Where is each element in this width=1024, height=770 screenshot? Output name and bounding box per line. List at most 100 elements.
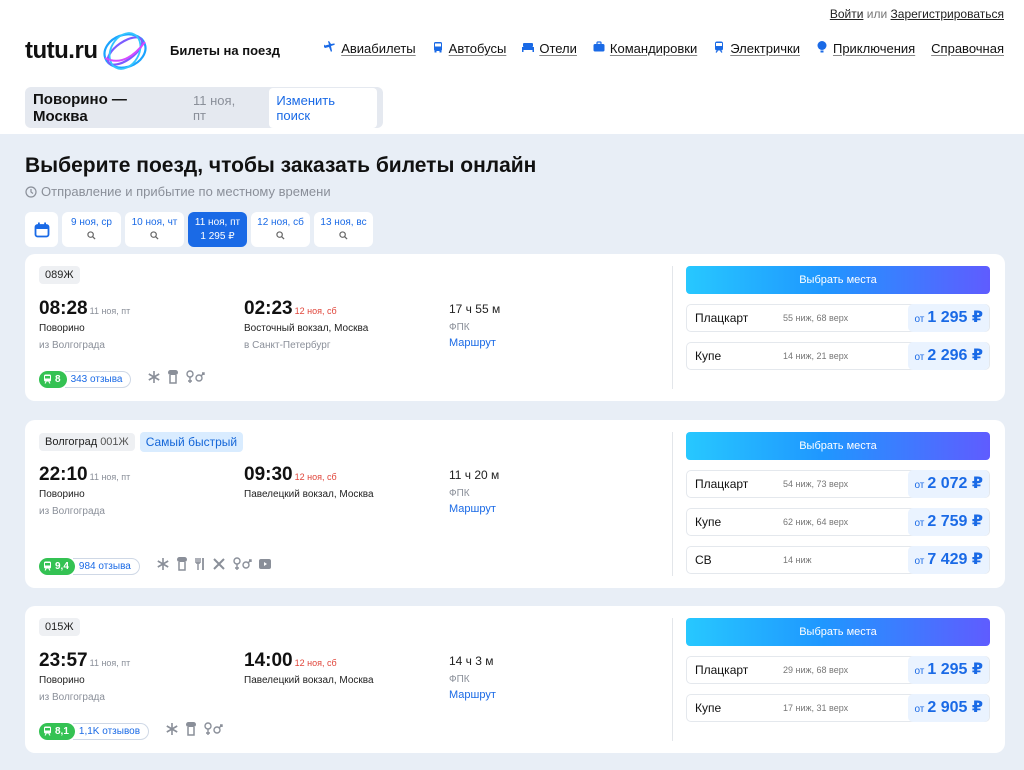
fastest-badge: Самый быстрый: [139, 432, 244, 452]
arrival-station: Восточный вокзал, Москва: [244, 323, 369, 334]
fare-seats: 29 ниж, 68 верх: [783, 665, 849, 675]
carrier: ФПК: [449, 488, 470, 499]
fare-price[interactable]: от 7 429 ₽: [908, 546, 989, 574]
train-tag: 089Ж: [39, 266, 80, 284]
fare-price[interactable]: от 2 072 ₽: [908, 470, 989, 498]
route-link[interactable]: Маршрут: [449, 337, 500, 349]
choose-seats-button[interactable]: Выбрать места: [686, 618, 990, 646]
date-tab-1[interactable]: 10 ноя, чт: [125, 212, 184, 247]
fare-class: Купе: [695, 701, 722, 715]
search-icon: [62, 231, 121, 243]
date-tab-4[interactable]: 13 ноя, вс: [314, 212, 373, 247]
nav-item-1[interactable]: Автобусы: [432, 41, 506, 56]
train-name: Волгоград: [45, 436, 98, 448]
arrival-time: 02:23: [244, 298, 293, 319]
train-chip: 089Ж: [39, 266, 80, 284]
fare-class: Плацкарт: [695, 311, 749, 325]
nav-item-0[interactable]: Авиабилеты: [324, 41, 416, 56]
nav-item-label: Командировки: [609, 41, 698, 56]
calendar-button[interactable]: [25, 212, 58, 247]
restroom-icon: [203, 721, 223, 741]
nav-item-2[interactable]: Отели: [522, 41, 577, 56]
train-tag: 015Ж: [39, 618, 80, 636]
departure: 23:57 11 ноя, пт Поворино из Волгограда: [39, 650, 130, 703]
reviews-link[interactable]: 1,1K отзывов: [72, 722, 150, 740]
rating-value: 8,1: [55, 725, 69, 737]
fare-price-value: 2 905 ₽: [927, 699, 983, 716]
toilet-paper-icon: [167, 369, 179, 389]
card-divider: [672, 618, 673, 741]
fare-price[interactable]: от 1 295 ₽: [908, 656, 989, 684]
date-tab-3[interactable]: 12 ноя, сб: [251, 212, 310, 247]
nav-item-5[interactable]: Приключения: [816, 41, 915, 56]
fare-row[interactable]: СВ 14 ниж от 7 429 ₽: [686, 546, 990, 574]
train-rating-icon: [44, 561, 51, 571]
fare-row[interactable]: Купе 62 ниж, 64 верх от 2 759 ₽: [686, 508, 990, 536]
duration: 17 ч 55 м: [449, 302, 501, 316]
login-link[interactable]: Войти: [830, 7, 864, 21]
amenities: [165, 721, 223, 741]
snowflake-icon: [147, 370, 161, 389]
fare-price[interactable]: от 2 759 ₽: [908, 508, 989, 536]
nav-item-3[interactable]: Командировки: [593, 41, 697, 56]
rating-pill[interactable]: 9,4 984 отзыва: [39, 557, 140, 575]
fare-price-value: 1 295 ₽: [927, 661, 983, 678]
choose-seats-button[interactable]: Выбрать места: [686, 266, 990, 294]
reviews-link[interactable]: 343 отзыва: [64, 370, 132, 388]
departure-date: 11 ноя, пт: [89, 658, 131, 668]
rating-pill[interactable]: 8 343 отзыва: [39, 370, 132, 388]
train-chip: 015Ж: [39, 618, 80, 636]
change-search-button[interactable]: Изменить поиск: [269, 87, 377, 128]
date-tab-2[interactable]: 11 ноя, пт 1 295 ₽: [188, 212, 247, 247]
date-tab-0[interactable]: 9 ноя, ср: [62, 212, 121, 247]
train-card: 089Ж 08:28 11 ноя, пт Поворино из Волгограда…: [25, 254, 1005, 401]
auth-or: или: [866, 7, 888, 21]
fare-price-value: 7 429 ₽: [927, 551, 983, 568]
arrival-station: Павелецкий вокзал, Москва: [244, 489, 374, 500]
amenities: [147, 369, 206, 389]
route-title: Поворино — Москва: [33, 90, 127, 125]
trip-info: 11 ч 20 м ФПК Маршрут: [449, 464, 499, 515]
search-icon: [251, 231, 310, 243]
clock-icon: [25, 185, 37, 198]
fare-price-prefix: от: [914, 518, 925, 529]
register-link[interactable]: Зарегистрироваться: [891, 7, 1004, 21]
fare-seats: 54 ниж, 73 верх: [783, 479, 849, 489]
arrival-time: 14:00: [244, 650, 293, 671]
fares: Выбрать места Плацкарт 54 ниж, 73 верх от 2 …: [686, 432, 990, 574]
fare-row[interactable]: Плацкарт 55 ниж, 68 верх от 1 295 ₽: [686, 304, 990, 332]
rating-value: 8: [55, 373, 61, 385]
date-tab-price: 1 295 ₽: [200, 231, 235, 242]
train-number: 089Ж: [45, 269, 74, 281]
nav-item-6[interactable]: Справочная: [931, 41, 1004, 56]
fare-row[interactable]: Плацкарт 54 ниж, 73 верх от 2 072 ₽: [686, 470, 990, 498]
train-rating-icon: [44, 726, 51, 736]
date-tab-label: 12 ноя, сб: [257, 217, 304, 228]
fare-price[interactable]: от 2 905 ₽: [908, 694, 989, 722]
nav-item-4[interactable]: Электрички: [713, 41, 800, 56]
fare-row[interactable]: Плацкарт 29 ниж, 68 верх от 1 295 ₽: [686, 656, 990, 684]
rating-pill[interactable]: 8,1 1,1K отзывов: [39, 722, 150, 740]
route-date: 11 ноя, пт: [193, 92, 236, 123]
fare-price[interactable]: от 1 295 ₽: [908, 304, 989, 332]
route-link[interactable]: Маршрут: [449, 689, 496, 701]
train-number: 001Ж: [100, 436, 129, 448]
route-link[interactable]: Маршрут: [449, 503, 499, 515]
fare-row[interactable]: Купе 14 ниж, 21 верх от 2 296 ₽: [686, 342, 990, 370]
fare-class: Плацкарт: [695, 477, 749, 491]
train-info: 089Ж 08:28 11 ноя, пт Поворино из Волгограда…: [25, 254, 672, 401]
trip-info: 17 ч 55 м ФПК Маршрут: [449, 298, 500, 349]
fare-price-prefix: от: [914, 314, 925, 325]
cutlery-icon: [194, 557, 206, 576]
fare-class: Плацкарт: [695, 663, 749, 677]
fare-price-value: 2 759 ₽: [927, 513, 983, 530]
reviews-link[interactable]: 984 отзыва: [72, 557, 140, 575]
departure-station: Поворино: [39, 323, 85, 334]
fare-row[interactable]: Купе 17 ниж, 31 верх от 2 905 ₽: [686, 694, 990, 722]
logo[interactable]: tutu.ru: [25, 28, 151, 74]
fare-price[interactable]: от 2 296 ₽: [908, 342, 989, 370]
main-nav: Авиабилеты Автобусы Отели Командировки Элект…: [324, 41, 1004, 56]
nav-item-label: Приключения: [832, 41, 916, 56]
choose-seats-button[interactable]: Выбрать места: [686, 432, 990, 460]
tools-icon: [212, 557, 226, 576]
